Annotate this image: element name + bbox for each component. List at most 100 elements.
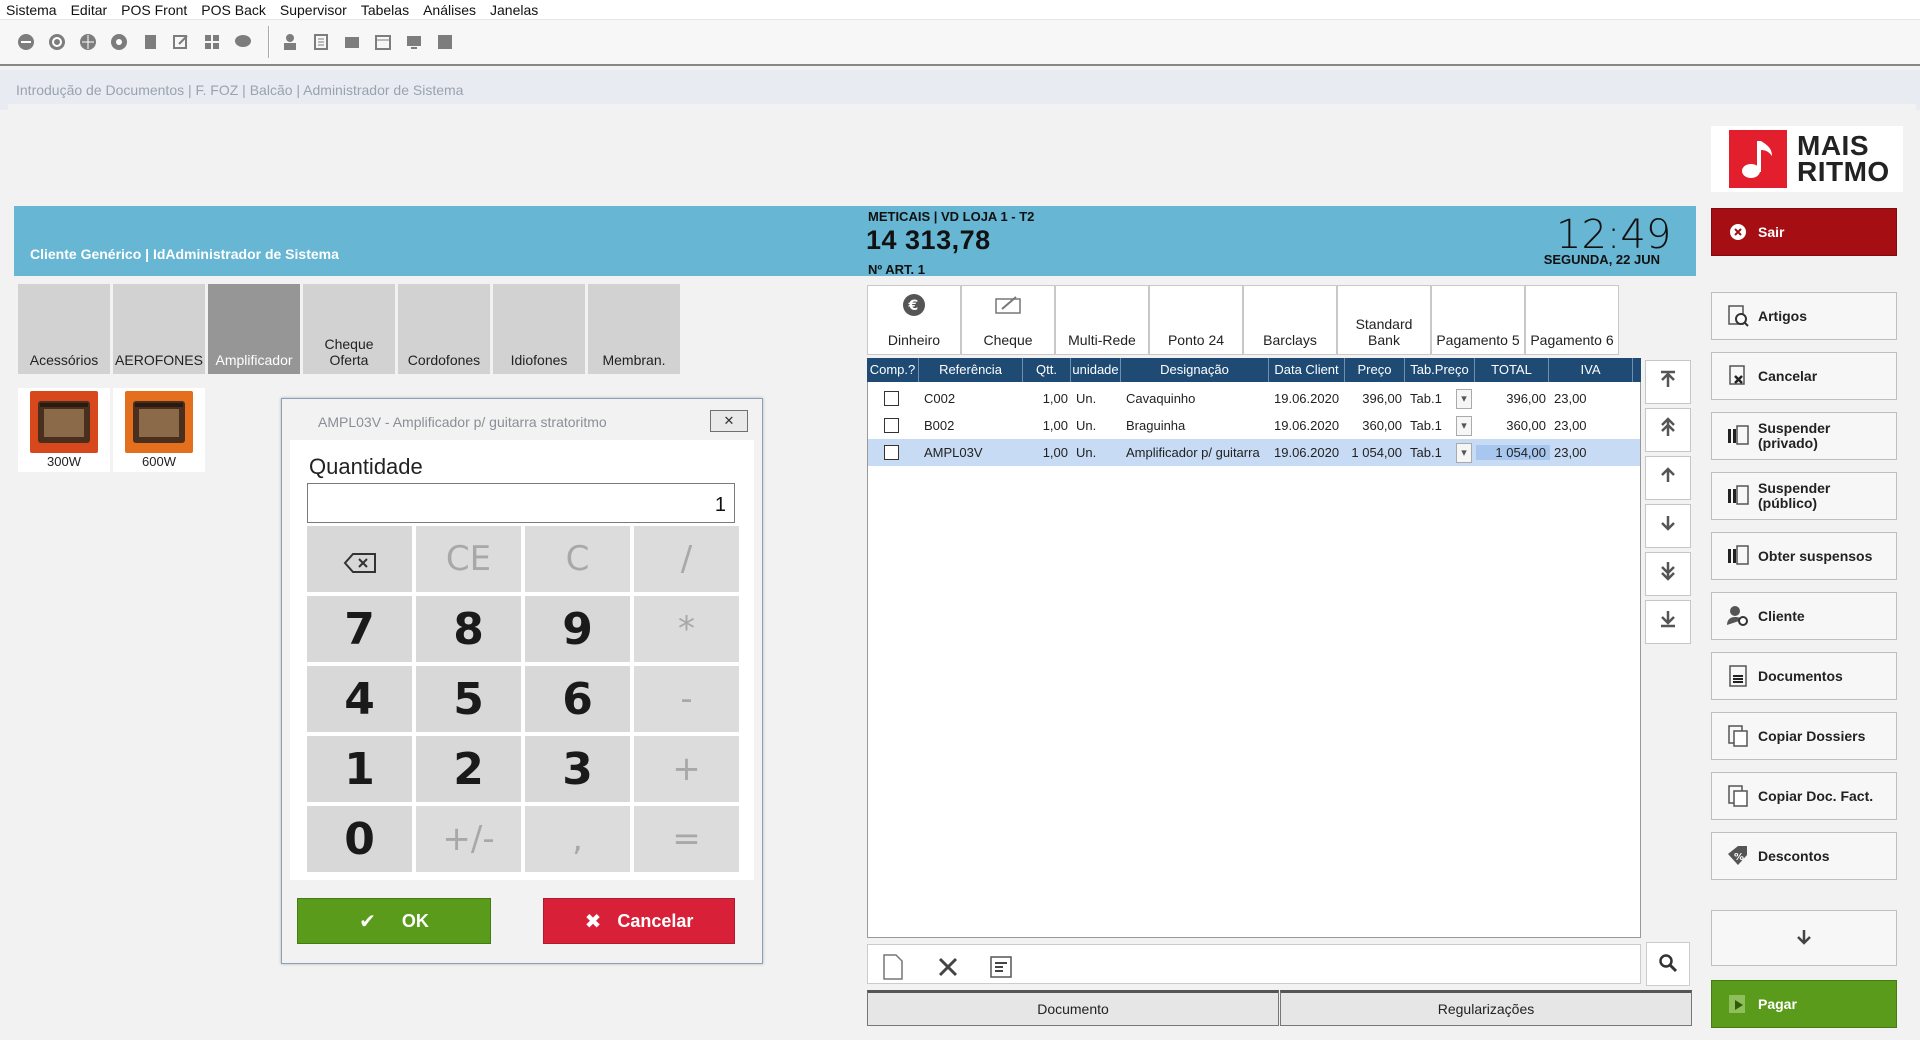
descontos-button[interactable]: % Descontos — [1711, 832, 1897, 880]
keypad-key[interactable]: 5 — [416, 666, 521, 732]
keypad-key[interactable]: * — [634, 596, 739, 662]
tab-documento[interactable]: Documento — [867, 990, 1279, 1026]
keypad-key[interactable]: 7 — [307, 596, 412, 662]
list-icon[interactable] — [309, 30, 333, 54]
column-header-6[interactable]: Preço — [1345, 358, 1405, 382]
chat-icon[interactable] — [231, 30, 255, 54]
suspender-privado-button[interactable]: Suspender (privado) — [1711, 412, 1897, 460]
keypad-key[interactable]: 6 — [525, 666, 630, 732]
table-row[interactable]: C002 1,00 Un. Cavaquinho 19.06.2020 396,00 Tab… — [868, 385, 1640, 412]
new-document-icon[interactable] — [878, 952, 908, 982]
keypad-key[interactable]: 1 — [307, 736, 412, 802]
column-header-4[interactable]: Designação — [1121, 358, 1269, 382]
payment-method-7[interactable]: Pagamento 6 — [1525, 285, 1619, 355]
tab-regularizacoes[interactable]: Regularizações — [1280, 990, 1692, 1026]
line-details-icon[interactable] — [987, 952, 1017, 982]
scroll-up-button[interactable] — [1645, 456, 1691, 500]
category-4[interactable]: Cordofones — [398, 284, 490, 374]
keypad-key[interactable]: +/- — [416, 806, 521, 872]
keypad-key[interactable]: C — [525, 526, 630, 592]
scroll-bottom-button[interactable] — [1645, 600, 1691, 644]
column-header-3[interactable]: unidade — [1071, 358, 1121, 382]
menu-item-1[interactable]: Editar — [65, 2, 116, 18]
category-0[interactable]: Acessórios — [18, 284, 110, 374]
menu-item-7[interactable]: Janelas — [484, 2, 546, 18]
cancel-button[interactable]: ✖ Cancelar — [543, 898, 735, 944]
comp-checkbox[interactable] — [884, 418, 899, 433]
column-header-2[interactable]: Qtt. — [1023, 358, 1071, 382]
stop-icon[interactable] — [433, 30, 457, 54]
settings-icon[interactable] — [107, 30, 131, 54]
chevron-down-icon[interactable]: ▾ — [1456, 442, 1472, 463]
calendar-icon[interactable] — [371, 30, 395, 54]
scroll-page-up-button[interactable] — [1645, 408, 1691, 452]
keypad-key[interactable]: 9 — [525, 596, 630, 662]
quantity-input[interactable]: 1 — [307, 483, 735, 523]
category-3[interactable]: Cheque Oferta — [303, 284, 395, 374]
category-5[interactable]: Idiofones — [493, 284, 585, 374]
suspender-publico-button[interactable]: Suspender (público) — [1711, 472, 1897, 520]
search-button[interactable] — [1646, 942, 1690, 986]
cancelar-doc-button[interactable]: Cancelar — [1711, 352, 1897, 400]
copiar-doc-fact-button[interactable]: Copiar Doc. Fact. — [1711, 772, 1897, 820]
payment-method-2[interactable]: Multi-Rede — [1055, 285, 1149, 355]
comp-checkbox[interactable] — [884, 445, 899, 460]
keypad-key[interactable]: = — [634, 806, 739, 872]
ok-button[interactable]: ✔ OK — [297, 898, 491, 944]
column-header-1[interactable]: Referência — [919, 358, 1023, 382]
menu-item-5[interactable]: Tabelas — [355, 2, 417, 18]
category-1[interactable]: AEROFONES — [113, 284, 205, 374]
table-row[interactable]: B002 1,00 Un. Braguinha 19.06.2020 360,00 Tab.… — [868, 412, 1640, 439]
artigos-button[interactable]: Artigos — [1711, 292, 1897, 340]
copiar-dossiers-button[interactable]: Copiar Dossiers — [1711, 712, 1897, 760]
delete-line-icon[interactable] — [933, 952, 963, 982]
product-tile-1[interactable]: 600W — [113, 388, 205, 472]
column-header-5[interactable]: Data Client — [1269, 358, 1345, 382]
column-header-9[interactable]: IVA — [1549, 358, 1633, 382]
documentos-button[interactable]: Documentos — [1711, 652, 1897, 700]
column-header-8[interactable]: TOTAL — [1475, 358, 1549, 382]
monitor-icon[interactable] — [402, 30, 426, 54]
menu-item-6[interactable]: Análises — [417, 2, 484, 18]
users-icon[interactable] — [278, 30, 302, 54]
keypad-key[interactable]: - — [634, 666, 739, 732]
chevron-down-icon[interactable]: ▾ — [1456, 415, 1472, 436]
keypad-key[interactable]: 4 — [307, 666, 412, 732]
scroll-page-down-button[interactable] — [1645, 552, 1691, 596]
copy-icon[interactable] — [138, 30, 162, 54]
keypad-key[interactable]: , — [525, 806, 630, 872]
keypad-key[interactable]: 0 — [307, 806, 412, 872]
category-6[interactable]: Membran. — [588, 284, 680, 374]
category-2[interactable]: Amplificador — [208, 284, 300, 374]
pagar-button[interactable]: Pagar — [1711, 980, 1897, 1028]
scroll-top-button[interactable] — [1645, 360, 1691, 404]
keypad-key[interactable]: 3 — [525, 736, 630, 802]
menu-item-4[interactable]: Supervisor — [274, 2, 355, 18]
keypad-key[interactable]: 8 — [416, 596, 521, 662]
menu-item-2[interactable]: POS Front — [115, 2, 195, 18]
client-label[interactable]: Cliente Genérico | IdAdministrador de Si… — [30, 246, 339, 262]
keypad-key[interactable]: CE — [416, 526, 521, 592]
chevron-down-icon[interactable]: ▾ — [1456, 388, 1472, 409]
table-row[interactable]: AMPL03V 1,00 Un. Amplificador p/ guitarra 19… — [868, 439, 1640, 466]
menu-item-3[interactable]: POS Back — [195, 2, 274, 18]
payment-method-1[interactable]: Cheque — [961, 285, 1055, 355]
scroll-down-button[interactable] — [1645, 504, 1691, 548]
payment-method-3[interactable]: Ponto 24 — [1149, 285, 1243, 355]
payment-method-6[interactable]: Pagamento 5 — [1431, 285, 1525, 355]
backspace-key[interactable] — [307, 526, 412, 592]
column-header-0[interactable]: Comp.? — [867, 358, 919, 382]
edit-icon[interactable] — [169, 30, 193, 54]
grid-icon[interactable] — [200, 30, 224, 54]
globe-icon[interactable] — [76, 30, 100, 54]
menu-item-0[interactable]: Sistema — [0, 2, 65, 18]
product-tile-0[interactable]: 300W — [18, 388, 110, 472]
folder-icon[interactable] — [340, 30, 364, 54]
column-header-7[interactable]: Tab.Preço — [1405, 358, 1475, 382]
more-down-button[interactable] — [1711, 910, 1897, 966]
sair-button[interactable]: Sair — [1711, 208, 1897, 256]
payment-method-0[interactable]: € Dinheiro — [867, 285, 961, 355]
payment-method-4[interactable]: Barclays — [1243, 285, 1337, 355]
dialog-close-button[interactable]: ✕ — [710, 410, 748, 432]
comp-checkbox[interactable] — [884, 391, 899, 406]
